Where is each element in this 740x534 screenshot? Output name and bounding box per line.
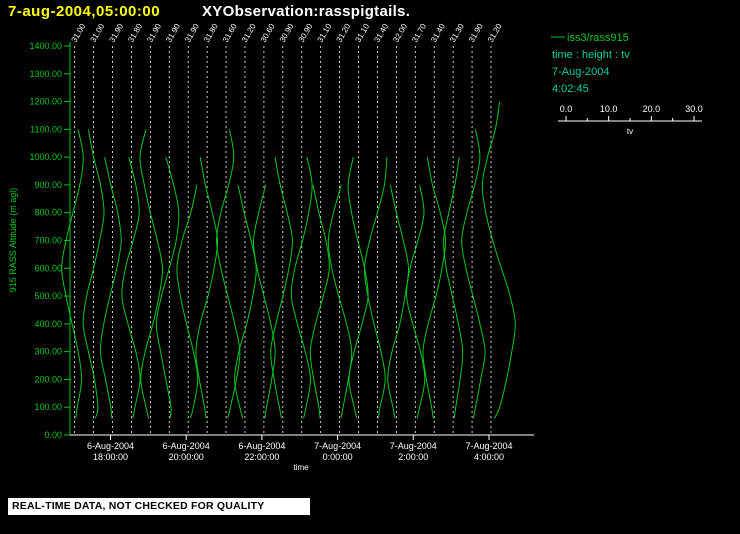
y-tick-label: 1200.00 [29,97,62,107]
profile-ref-label: 31.90 [467,22,485,44]
legend-relation-label: time : height : tv [552,49,630,61]
profile-ref-label: 31.20 [335,22,353,44]
profile-trace [388,185,409,418]
tv-scale-tick-label: 10.0 [600,104,618,114]
y-tick-label: 900.00 [34,180,62,190]
profile-ref-label: 31.40 [372,22,390,44]
profile-ref-label: 31.90 [107,22,125,44]
profile-trace [482,102,515,419]
y-tick-label: 500.00 [34,291,62,301]
header-datetime: 7-aug-2004,05:00:00 [8,3,160,20]
legend-time-label: 4:02:45 [552,83,589,95]
profile-ref-label: 31.30 [448,22,466,44]
profile-trace [348,157,368,418]
y-tick-label: 600.00 [34,263,62,273]
y-tick-label: 100.00 [34,402,62,412]
y-tick-label: 800.00 [34,208,62,218]
x-tick-time: 18:00:00 [93,452,128,462]
y-tick-label: 1300.00 [29,69,62,79]
profile-ref-label: 31.90 [164,22,182,44]
legend-series-label: iss3/rass915 [567,32,629,44]
x-tick-date: 6-Aug-2004 [87,441,134,451]
plot-area: 0.00 100.00 200.00 300.00 400.00 500.00 600.00… [29,22,702,462]
quality-banner-text: REAL-TIME DATA, NOT CHECKED FOR QUALITY [8,498,310,515]
profile-ref-label: 31.10 [316,22,334,44]
profile-trace [253,185,275,418]
y-tick-label: 1400.00 [29,41,62,51]
x-tick-date: 6-Aug-2004 [238,441,285,451]
y-tick-label: 300.00 [34,347,62,357]
profile-ref-label: 31.90 [183,22,201,44]
profile-trace [100,157,121,418]
tv-scale-label: tv [627,127,633,136]
profile-trace [140,129,163,418]
y-tick-label: 1000.00 [29,152,62,162]
page-title: XYObservation:rasspigtails. [202,3,410,20]
profile-ref-label: 32.00 [391,22,409,44]
tv-scale-tick-label: 30.0 [685,104,703,114]
x-tick-time: 22:00:00 [244,452,279,462]
x-tick-time: 20:00:00 [169,452,204,462]
profile-ref-label: 31.80 [126,22,144,44]
y-tick-label: 200.00 [34,374,62,384]
profile-ref-label: 30.90 [278,22,296,44]
profile-ref-label: 31.40 [429,22,447,44]
plot-canvas: 0.00 100.00 200.00 300.00 400.00 500.00 600.00… [0,0,740,534]
x-tick-date: 7-Aug-2004 [465,441,512,451]
x-axis-title: time [293,463,309,472]
profile-ref-label: 31.20 [240,22,258,44]
x-tick-date: 7-Aug-2004 [314,441,361,451]
profile-trace [310,185,329,418]
profile-trace [462,129,485,418]
profile-ref-label: 31.00 [89,22,107,44]
profile-ref-label: 30.90 [297,22,315,44]
profile-trace [62,129,84,418]
profile-ref-label: 31.80 [202,22,220,44]
profile-trace [235,185,257,418]
profile-trace [177,185,198,418]
profile-trace [217,129,240,418]
profile-trace [122,157,140,418]
profile-trace [156,157,179,418]
profile-ref-label: 31.00 [70,22,88,44]
app-window: 0.00 100.00 200.00 300.00 400.00 500.00 600.00… [0,0,740,534]
profile-ref-label: 31.70 [410,22,428,44]
x-tick-time: 0:00:00 [323,452,353,462]
tv-scale-tick-label: 20.0 [643,104,661,114]
x-tick-time: 4:00:00 [474,452,504,462]
y-tick-label: 700.00 [34,236,62,246]
profile-ref-label: 30.60 [259,22,277,44]
profile-trace [271,157,293,418]
y-tick-label: 0.00 [44,430,62,440]
y-tick-label: 400.00 [34,319,62,329]
x-tick-date: 7-Aug-2004 [390,441,437,451]
profile-ref-label: 31.20 [486,22,504,44]
quality-banner: REAL-TIME DATA, NOT CHECKED FOR QUALITY [8,498,310,515]
x-tick-time: 2:00:00 [398,452,428,462]
legend-date-label: 7-Aug-2004 [552,66,610,78]
y-tick-label: 1100.00 [30,124,62,134]
profile-ref-label: 31.60 [221,22,239,44]
profile-trace [196,157,218,418]
profile-trace [328,185,351,418]
y-axis-title: 915 RASS Altitude (m agl) [8,188,18,293]
profile-ref-label: 31.10 [353,22,371,44]
tv-scale-tick-label: 0.0 [560,104,573,114]
profile-ref-label: 31.90 [145,22,163,44]
x-tick-date: 6-Aug-2004 [163,441,210,451]
